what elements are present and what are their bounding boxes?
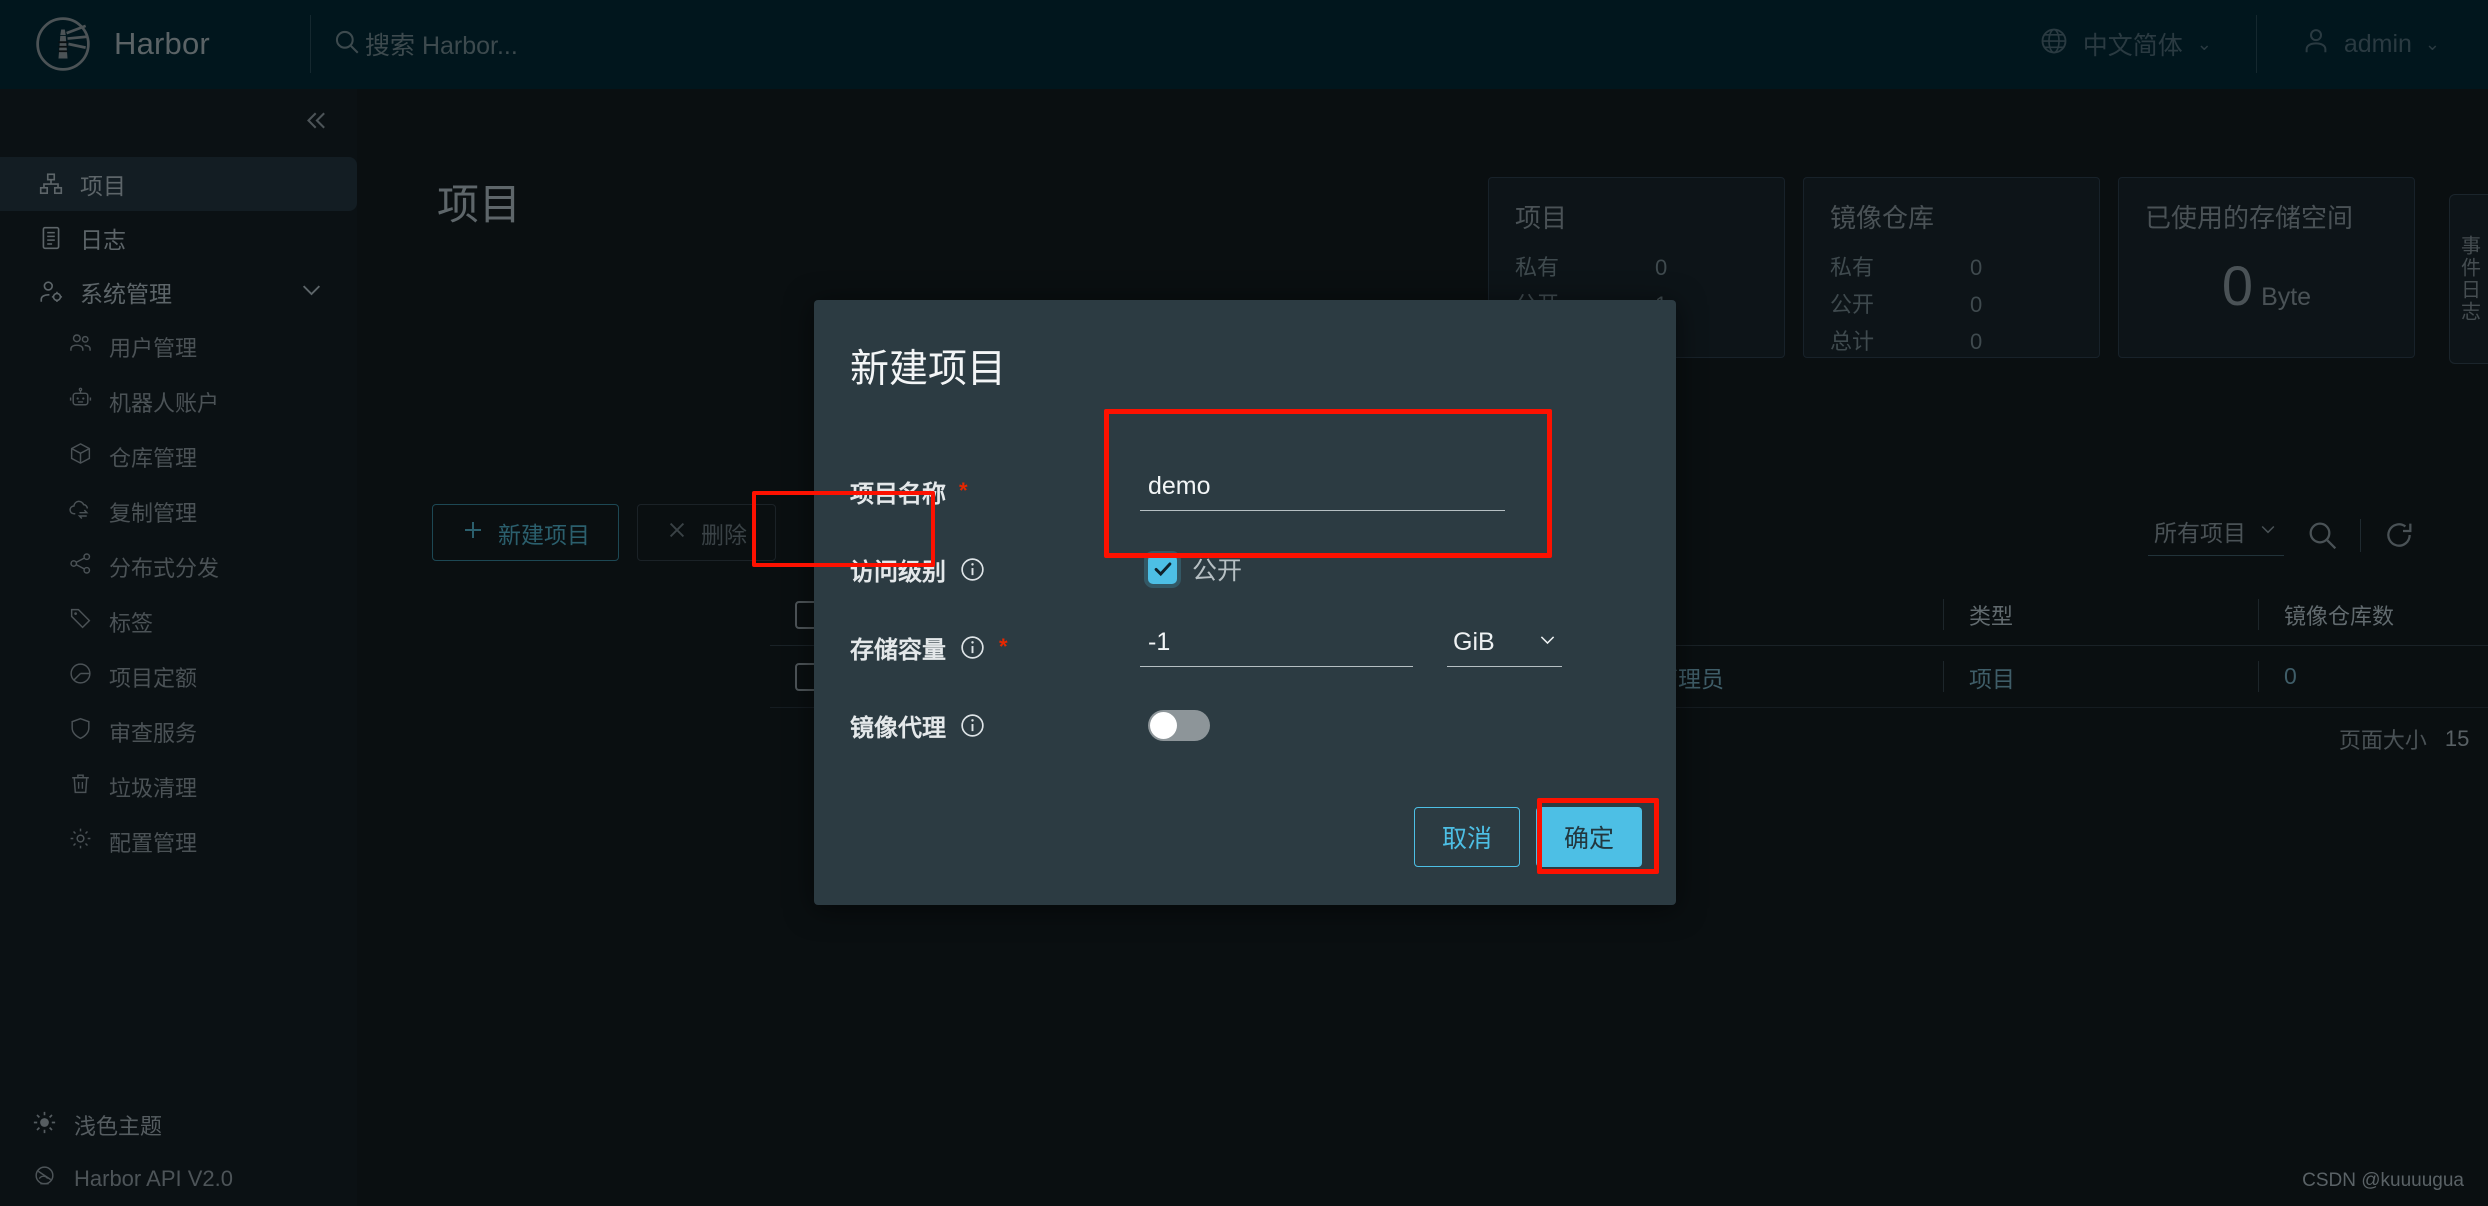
chevron-down-icon [1537, 628, 1558, 657]
access-level-label-group: 访问级别 [850, 552, 1140, 587]
toggle-knob [1150, 711, 1177, 739]
proxy-cache-label-group: 镜像代理 [850, 708, 1140, 743]
info-circle-icon[interactable] [959, 712, 986, 739]
access-level-label: 访问级别 [850, 558, 946, 586]
storage-unit-value: GiB [1453, 627, 1495, 656]
project-name-input[interactable] [1140, 471, 1505, 511]
form-row-storage-quota: 存储容量 * GiB [850, 608, 1676, 686]
form-row-proxy-cache: 镜像代理 [850, 686, 1676, 764]
form-row-project-name: 项目名称 * [850, 452, 1676, 530]
public-checkbox-group[interactable]: 公开 [1140, 551, 1242, 587]
cancel-button[interactable]: 取消 [1414, 807, 1520, 867]
dialog-title: 新建项目 [850, 348, 1007, 391]
form-row-access-level: 访问级别 公开 [850, 530, 1676, 608]
project-name-label-group: 项目名称 * [850, 474, 1140, 509]
proxy-cache-label: 镜像代理 [850, 714, 946, 742]
public-checkbox-label: 公开 [1192, 557, 1243, 585]
harbor-app-window: Harbor 搜索 Harbor... 中文简体 ⌄ admin ⌄ 项目 日志… [0, 0, 2488, 1206]
storage-unit-select[interactable]: GiB [1447, 628, 1562, 667]
ok-button[interactable]: 确定 [1536, 807, 1642, 867]
create-project-dialog: 新建项目 项目名称 * 访问级别 [814, 300, 1676, 905]
storage-quota-label: 存储容量 [850, 636, 946, 664]
info-circle-icon[interactable] [959, 634, 986, 661]
public-checkbox[interactable] [1148, 554, 1177, 584]
dialog-actions: 取消 确定 [1414, 807, 1642, 867]
create-project-form: 项目名称 * 访问级别 公开 [814, 394, 1676, 764]
storage-quota-input[interactable] [1140, 627, 1413, 667]
proxy-cache-toggle[interactable] [1148, 709, 1210, 741]
project-name-label: 项目名称 [850, 480, 946, 508]
info-circle-icon[interactable] [959, 556, 986, 583]
required-marker: * [999, 634, 1008, 659]
required-marker: * [959, 478, 968, 503]
storage-quota-label-group: 存储容量 * [850, 630, 1140, 665]
